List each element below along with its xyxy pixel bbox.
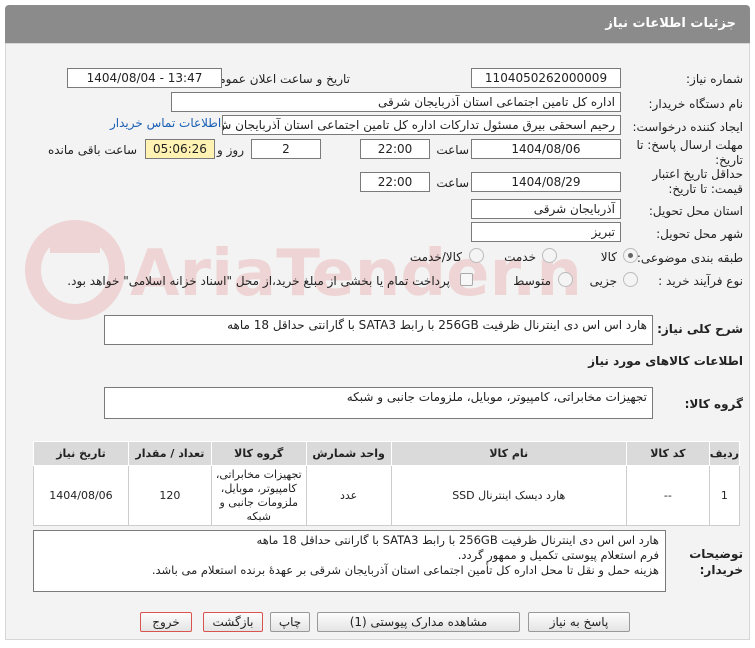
notes-box: هارد اس اس دی اینترنال ظرفیت 256GB با را…: [33, 530, 666, 592]
col-date: تاریخ نیاز: [33, 441, 129, 466]
reply-date-field: 1404/08/06: [471, 139, 621, 159]
cell-date: 1404/08/06: [33, 465, 129, 526]
need-number-label: شماره نیاز:: [686, 72, 743, 86]
category-option-both: کالا/خدمت: [409, 250, 462, 264]
col-index: ردیف: [708, 441, 741, 466]
province-field: آذربایجان شرقی: [471, 199, 621, 219]
cell-qty: 120: [127, 465, 212, 526]
goods-table: ردیف کد کالا نام کالا واحد شمارش گروه کا…: [33, 441, 741, 526]
col-code: کد کالا: [625, 441, 710, 466]
creator-label: ایجاد کننده درخواست:: [632, 120, 743, 134]
validity-label: حداقل تاریخ اعتبار قیمت: تا تاریخ:: [652, 167, 743, 196]
buyer-contact-link[interactable]: اطلاعات تماس خریدار: [110, 116, 221, 130]
cell-index: 1: [708, 465, 741, 526]
days-label: روز و: [217, 143, 244, 157]
page-title: جزئیات اطلاعات نیاز: [605, 16, 736, 31]
city-field: تبریز: [471, 222, 621, 242]
remaining-time-field: 05:06:26: [145, 139, 215, 159]
announce-label: تاریخ و ساعت اعلان عمومی:: [205, 72, 350, 86]
goods-group-field: تجهیزات مخابراتی، کامپیوتر، موبایل، ملزو…: [104, 387, 653, 419]
back-button[interactable]: بازگشت: [203, 612, 263, 632]
goods-section-title: اطلاعات کالاهای مورد نیاز: [588, 354, 743, 368]
category-radio-both[interactable]: [469, 248, 484, 263]
col-qty: تعداد / مقدار: [127, 441, 212, 466]
attachments-button[interactable]: مشاهده مدارک پیوستی (1): [317, 612, 520, 632]
table-row: 1 -- هارد دیسک اینترنال SSD عدد تجهیزات …: [33, 465, 741, 526]
reply-deadline-label: مهلت ارسال پاسخ: تا تاریخ:: [636, 138, 743, 167]
category-label: طبقه بندی موضوعی:: [636, 251, 743, 265]
cell-code: --: [625, 465, 710, 526]
col-group: گروه کالا: [210, 441, 307, 466]
exit-button[interactable]: خروج: [140, 612, 192, 632]
process-radio-medium[interactable]: [558, 272, 573, 287]
goods-table-header: ردیف کد کالا نام کالا واحد شمارش گروه کا…: [33, 441, 741, 466]
validity-time-label: ساعت: [436, 176, 469, 190]
cell-name: هارد دیسک اینترنال SSD: [390, 465, 627, 526]
city-label: شهر محل تحویل:: [656, 227, 743, 241]
process-option-medium: متوسط: [513, 274, 551, 288]
summary-field: هارد اس اس دی اینترنال ظرفیت 256GB با را…: [104, 315, 653, 345]
remaining-label: ساعت باقی مانده: [47, 143, 137, 157]
need-number-field: 1104050262000009: [471, 68, 621, 88]
cell-group: تجهیزات مخابراتی، کامپیوتر، موبایل، ملزو…: [210, 465, 307, 526]
buyer-org-field: اداره کل تامین اجتماعی استان آذربایجان ش…: [171, 92, 621, 112]
notes-line-1: هارد اس اس دی اینترنال ظرفیت 256GB با را…: [256, 533, 659, 547]
category-option-goods: کالا: [600, 250, 617, 264]
reply-button[interactable]: پاسخ به نیاز: [528, 612, 630, 632]
col-name: نام کالا: [390, 441, 627, 466]
goods-group-label: گروه کالا:: [684, 397, 743, 411]
header-bar: جزئیات اطلاعات نیاز: [5, 5, 750, 43]
validity-date-field: 1404/08/29: [471, 172, 621, 192]
process-option-partial: جزیی: [589, 274, 617, 288]
creator-field: رحیم اسحقی بیرق مسئول تدارکات اداره کل ت…: [222, 115, 621, 135]
col-unit: واحد شمارش: [305, 441, 392, 466]
treasury-payment-checkbox[interactable]: [460, 273, 473, 286]
reply-time-field: 22:00: [360, 139, 430, 159]
announce-field: 1404/08/04 - 13:47: [67, 68, 222, 88]
cell-unit: عدد: [305, 465, 392, 526]
process-radio-partial[interactable]: [623, 272, 638, 287]
reply-time-label: ساعت: [436, 143, 469, 157]
summary-label: شرح کلی نیاز:: [657, 322, 743, 336]
process-label: نوع فرآیند خرید :: [658, 274, 743, 288]
remaining-days-field: 2: [251, 139, 321, 159]
validity-time-field: 22:00: [360, 172, 430, 192]
buyer-org-label: نام دستگاه خریدار:: [648, 97, 744, 111]
notes-line-2: فرم استعلام پیوستی تکمیل و ممهور گردد.: [457, 548, 659, 562]
treasury-payment-note: پرداخت تمام یا بخشی از مبلغ خرید،از محل …: [67, 274, 450, 288]
category-radio-goods[interactable]: [623, 248, 638, 263]
province-label: استان محل تحویل:: [648, 204, 743, 218]
category-radio-service[interactable]: [542, 248, 557, 263]
notes-line-3: هزینه حمل و نقل تا محل اداره کل تأمین اج…: [151, 563, 659, 577]
category-option-service: خدمت: [504, 250, 536, 264]
print-button[interactable]: چاپ: [270, 612, 310, 632]
notes-label: توضیحات خریدار:: [689, 547, 743, 577]
